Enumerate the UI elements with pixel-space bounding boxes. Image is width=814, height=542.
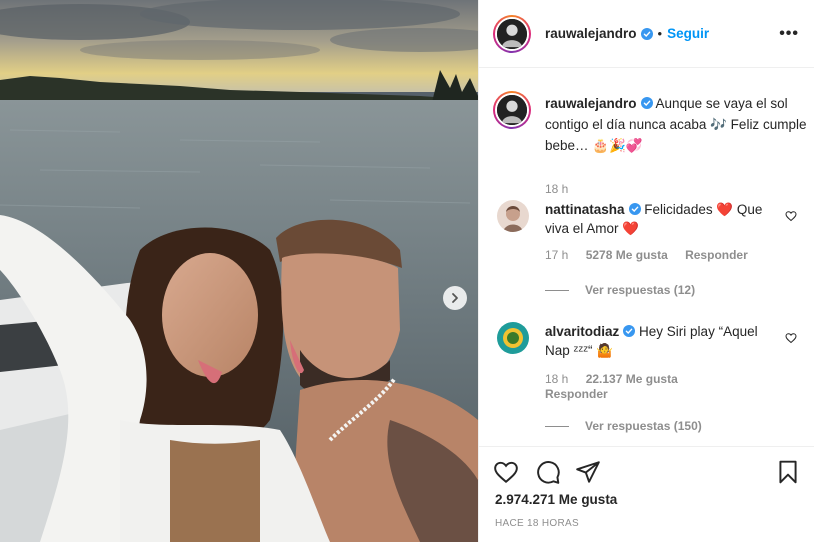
view-replies-button[interactable]: Ver respuestas (150) xyxy=(545,419,702,433)
verified-badge-icon xyxy=(640,97,653,109)
comment-username[interactable]: nattinatasha xyxy=(545,202,625,217)
post-side-panel: rauwalejandro • Seguir ••• rauwalejandro… xyxy=(478,0,814,542)
follow-button[interactable]: Seguir xyxy=(667,26,709,41)
comment-likes[interactable]: 22.137 Me gusta xyxy=(586,372,678,386)
post-header: rauwalejandro • Seguir ••• xyxy=(479,0,814,68)
post-actions: 2.974.271 Me gusta HACE 18 HORAS xyxy=(479,446,814,542)
comment-item: alvaritodiaz Hey Siri play “Aquel Nap ᶻᶻ… xyxy=(497,322,797,442)
comment-body: alvaritodiaz Hey Siri play “Aquel Nap ᶻᶻ… xyxy=(545,322,773,360)
comment-time[interactable]: 17 h xyxy=(545,248,568,262)
comments-section[interactable]: rauwalejandro Aunque se vaya el sol cont… xyxy=(479,69,814,445)
profile-picture xyxy=(497,95,527,125)
comment-item: nattinatasha Felicidades ❤️ Que viva el … xyxy=(497,200,797,320)
likes-count[interactable]: 2.974.271 Me gusta xyxy=(495,492,617,507)
caption-avatar[interactable] xyxy=(493,91,531,129)
next-photo-button[interactable] xyxy=(443,286,467,310)
replies-divider xyxy=(545,289,569,291)
share-paper-plane-icon[interactable] xyxy=(575,459,601,485)
like-heart-icon[interactable] xyxy=(493,459,519,485)
caption-time[interactable]: 18 h xyxy=(545,182,568,196)
verified-badge-icon xyxy=(640,27,653,40)
comment-username[interactable]: alvaritodiaz xyxy=(545,324,619,339)
comment-bubble-icon[interactable] xyxy=(535,459,561,485)
post-timestamp[interactable]: HACE 18 HORAS xyxy=(495,518,579,529)
like-comment-heart-icon[interactable] xyxy=(785,332,797,344)
comment-avatar[interactable] xyxy=(497,322,529,354)
reply-button[interactable]: Responder xyxy=(545,387,608,401)
post-photo[interactable] xyxy=(0,0,478,542)
avatar[interactable] xyxy=(493,14,531,53)
header-username[interactable]: rauwalejandro xyxy=(545,26,637,41)
caption-username[interactable]: rauwalejandro xyxy=(545,96,637,111)
comment-body: nattinatasha Felicidades ❤️ Que viva el … xyxy=(545,200,773,238)
reply-button[interactable]: Responder xyxy=(685,248,748,262)
profile-picture xyxy=(497,200,529,232)
like-comment-heart-icon[interactable] xyxy=(785,210,797,222)
separator-dot: • xyxy=(657,26,663,41)
chevron-right-icon xyxy=(452,293,458,303)
comment-avatar[interactable] xyxy=(497,200,529,232)
view-replies-label: Ver respuestas (12) xyxy=(585,283,696,297)
save-bookmark-icon[interactable] xyxy=(775,459,801,485)
comment-meta: 17 h 5278 Me gusta Responder xyxy=(545,248,762,262)
comment-time[interactable]: 18 h xyxy=(545,372,568,386)
comment-meta: 18 h 22.137 Me gusta Responder xyxy=(545,372,725,402)
view-replies-label: Ver respuestas (150) xyxy=(585,419,702,433)
more-options-icon[interactable]: ••• xyxy=(779,26,799,42)
post-image xyxy=(0,0,478,542)
replies-divider xyxy=(545,425,569,427)
profile-picture xyxy=(497,18,527,49)
profile-picture xyxy=(497,322,529,354)
view-replies-button[interactable]: Ver respuestas (12) xyxy=(545,283,695,297)
verified-badge-icon xyxy=(623,325,636,337)
verified-badge-icon xyxy=(628,203,641,215)
comment-likes[interactable]: 5278 Me gusta xyxy=(586,248,668,262)
caption-text-block: rauwalejandro Aunque se vaya el sol cont… xyxy=(545,93,807,156)
